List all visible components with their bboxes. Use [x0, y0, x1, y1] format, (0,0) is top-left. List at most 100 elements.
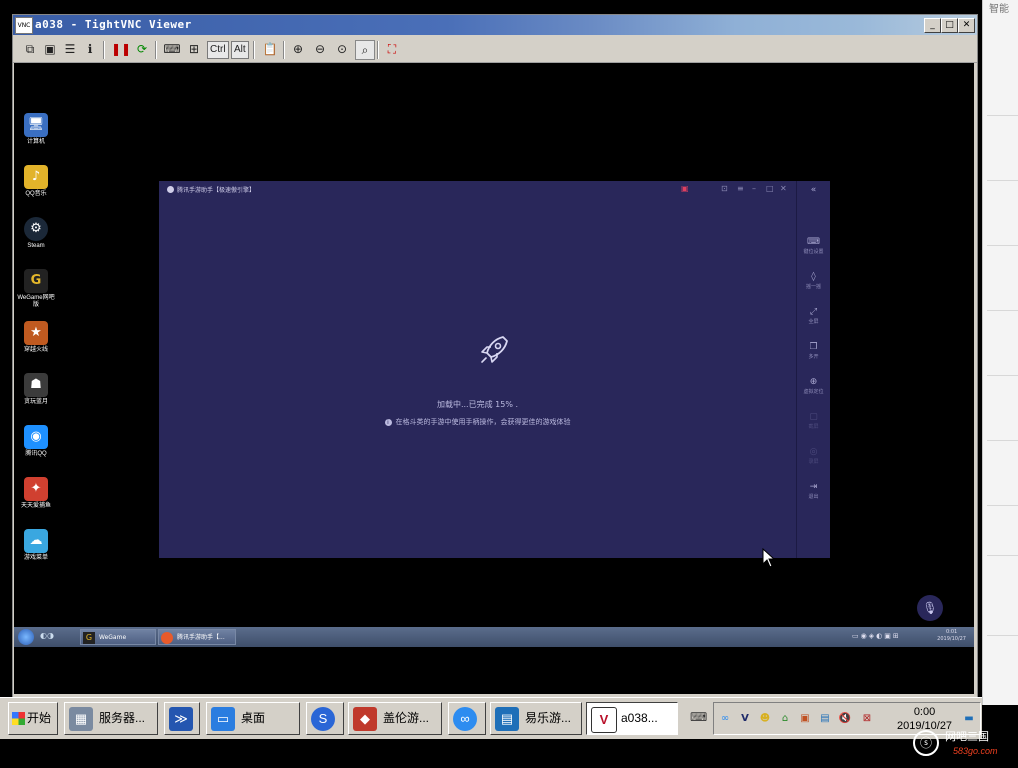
desktop-icon-game-2[interactable]: ☗ 贪玩蓝月: [16, 373, 56, 406]
fishing-game-icon: ✦: [24, 477, 48, 501]
taskbar-sogou[interactable]: S: [306, 702, 344, 735]
watermark-logo-icon: ⓢ: [913, 730, 939, 756]
desktop-icon-steam[interactable]: ⚙ Steam: [16, 217, 56, 250]
shake-icon: ◊: [811, 272, 816, 282]
save-icon[interactable]: ▣: [41, 40, 59, 58]
desktop-icon-label: 计算机: [26, 139, 45, 145]
fullscreen-icon[interactable]: ⛶: [383, 40, 401, 58]
emu-minimize-icon[interactable]: –: [752, 184, 756, 193]
outer-desktop-left: [0, 0, 12, 705]
zoom-in-icon[interactable]: ⊕: [289, 40, 307, 58]
start-button[interactable]: 开始: [8, 702, 58, 735]
remote-clock[interactable]: 0:01 2019/10/27: [937, 629, 966, 643]
keyboard-icon[interactable]: ⌨: [690, 710, 707, 724]
sidebar-item-exit[interactable]: ⇥ 退出: [797, 482, 830, 500]
zoom-out-icon[interactable]: ⊖: [311, 40, 329, 58]
maximize-button[interactable]: □: [941, 18, 958, 33]
security-tray-icon[interactable]: ⊠: [860, 712, 874, 726]
emu-close-icon[interactable]: ✕: [780, 184, 787, 193]
vnc-toolbar: ⧉ ▣ ☰ ℹ ❚❚ ⟳ ⌨ ⊞ Ctrl Alt 📋 ⊕ ⊖ ⊙ ⌕ ⛶: [13, 36, 977, 63]
remote-taskbar-emulator[interactable]: 腾讯手游助手【...: [158, 629, 236, 645]
sidebar-item-record[interactable]: ◎ 录屏: [797, 447, 830, 465]
vnc-titlebar[interactable]: VNC a038 - TightVNC Viewer _ □ ✕: [13, 15, 977, 35]
desktop-icon-label: 贪玩蓝月: [23, 399, 48, 405]
emulator-window: 腾讯手游助手【极速傲引擎】 ▣ ⊡ ≡ – □ ✕ 加载中...已完成 15% …: [159, 181, 830, 558]
location-icon: ⊕: [809, 377, 818, 387]
microphone-icon[interactable]: 🎙: [917, 595, 943, 621]
pause-icon[interactable]: ❚❚: [111, 40, 131, 58]
sidebar-item-multi[interactable]: ❐ 多开: [797, 342, 830, 360]
user-tray-icon[interactable]: ☻: [758, 712, 772, 726]
ctrl-key-button[interactable]: Ctrl: [207, 41, 229, 59]
desktop-icon-label: QQ音乐: [25, 191, 47, 197]
volume-muted-icon[interactable]: 🔇: [838, 712, 852, 726]
desktop-icon-game-menu[interactable]: ☁ 游戏菜单: [16, 529, 56, 562]
taskbar-powershell[interactable]: ≫: [164, 702, 200, 735]
taskbar-baidu-netdisk[interactable]: ∞: [448, 702, 486, 735]
record-icon: ◎: [809, 447, 818, 457]
desktop-icon-qq[interactable]: ◉ 腾讯QQ: [16, 425, 56, 458]
vnc-viewer-window: VNC a038 - TightVNC Viewer _ □ ✕ ⧉ ▣ ☰ ℹ…: [12, 14, 978, 699]
network-tray-icon[interactable]: ⌂: [778, 712, 792, 726]
clipboard-icon[interactable]: 📋: [261, 40, 279, 58]
alt-key-button[interactable]: Alt: [231, 41, 249, 59]
options-icon[interactable]: ☰: [61, 40, 79, 58]
remote-quicklaunch-icon[interactable]: ◐◑: [40, 631, 54, 640]
zoom-100-icon[interactable]: ⊙: [333, 40, 351, 58]
remote-tray-icons[interactable]: ▭◉◈◐▣⊞: [852, 632, 901, 640]
window-title: a038 - TightVNC Viewer: [35, 18, 192, 31]
desktop-icon-label: 腾讯QQ: [25, 451, 47, 457]
remote-start-button[interactable]: [18, 629, 34, 645]
app-tray-icon[interactable]: ▣: [798, 712, 812, 726]
sidebar-item-location[interactable]: ⊕ 虚拟定位: [797, 377, 830, 395]
info-icon[interactable]: ℹ: [81, 40, 99, 58]
wegame-icon: G: [24, 269, 48, 293]
watermark-url: 583go.com: [953, 746, 998, 756]
taskbar-yileyou[interactable]: ▤ 易乐游...: [490, 702, 582, 735]
loading-status: 加载中...已完成 15% .: [436, 400, 519, 409]
emu-maximize-icon[interactable]: □: [766, 184, 774, 193]
sidebar-item-fullscreen[interactable]: ⤢ 全屏: [797, 307, 830, 325]
sidebar-item-shake[interactable]: ◊ 摇一摇: [797, 272, 830, 290]
zoom-fit-icon[interactable]: ⌕: [355, 40, 375, 60]
ctrl-alt-del-icon[interactable]: ⌨: [163, 40, 181, 58]
gift-icon[interactable]: ▣: [681, 184, 689, 193]
host-taskbar: 开始 ▦ 服务器... ≫ ▭ 桌面 S ◆ 盖伦游... ∞ ▤ 易乐游... Va0…: [0, 697, 982, 740]
taskbar-desktop[interactable]: ▭ 桌面: [206, 702, 300, 735]
screenshot-icon[interactable]: ⊡: [721, 184, 728, 193]
desktop-icon-game-1[interactable]: ★ 穿越火线: [16, 321, 56, 354]
qq-music-icon: ♪: [24, 165, 48, 189]
desktop-icon-fishing[interactable]: ✦ 天天爱捕鱼: [16, 477, 56, 510]
taskbar-garena[interactable]: ◆ 盖伦游...: [348, 702, 442, 735]
desktop-icon-qq-music[interactable]: ♪ QQ音乐: [16, 165, 56, 198]
sidebar-collapse-icon[interactable]: «: [797, 185, 830, 195]
remote-taskbar-wegame[interactable]: G WeGame: [80, 629, 156, 645]
taskbar-server-manager[interactable]: ▦ 服务器...: [64, 702, 158, 735]
emulator-title: 腾讯手游助手【极速傲引擎】: [177, 187, 256, 194]
monitor-tray-icon[interactable]: ▤: [818, 712, 832, 726]
yileyou-icon: ▤: [495, 707, 519, 731]
menu-icon[interactable]: ≡: [737, 184, 744, 193]
refresh-icon[interactable]: ⟳: [133, 40, 151, 58]
win-key-icon[interactable]: ⊞: [185, 40, 203, 58]
desktop-icon-computer[interactable]: 🖥 计算机: [16, 113, 56, 146]
sidebar-item-capture[interactable]: ▢ 截屏: [797, 412, 830, 430]
computer-icon: 🖥: [24, 113, 48, 137]
taskbar-vnc-viewer[interactable]: Va038...: [586, 702, 678, 735]
new-connection-icon[interactable]: ⧉: [21, 40, 39, 58]
mouse-cursor-icon: [762, 548, 776, 568]
steam-icon: ⚙: [24, 217, 48, 241]
desktop-icon-wegame[interactable]: G WeGame网吧版: [16, 269, 56, 309]
remote-screen[interactable]: 🖥 计算机 ♪ QQ音乐 ⚙ Steam G WeGame网吧版 ★ 穿越火线 …: [14, 63, 974, 694]
close-button[interactable]: ✕: [958, 18, 975, 33]
capture-icon: ▢: [809, 412, 818, 422]
emulator-titlebar[interactable]: 腾讯手游助手【极速傲引擎】 ▣ ⊡ ≡ – □ ✕: [159, 181, 796, 198]
baidu-tray-icon[interactable]: ∞: [718, 712, 732, 726]
outer-window-text: 智能: [989, 4, 1009, 15]
desktop-icon-label: 穿越火线: [23, 347, 48, 353]
v-tray-icon[interactable]: V: [738, 712, 752, 726]
remote-taskbar: ◐◑ G WeGame 腾讯手游助手【... ▭◉◈◐▣⊞ 0:01 2019/…: [14, 627, 974, 647]
vnc-app-icon[interactable]: VNC: [15, 17, 33, 34]
sidebar-item-keymap[interactable]: ⌨ 键位设置: [797, 237, 830, 255]
minimize-button[interactable]: _: [924, 18, 941, 33]
